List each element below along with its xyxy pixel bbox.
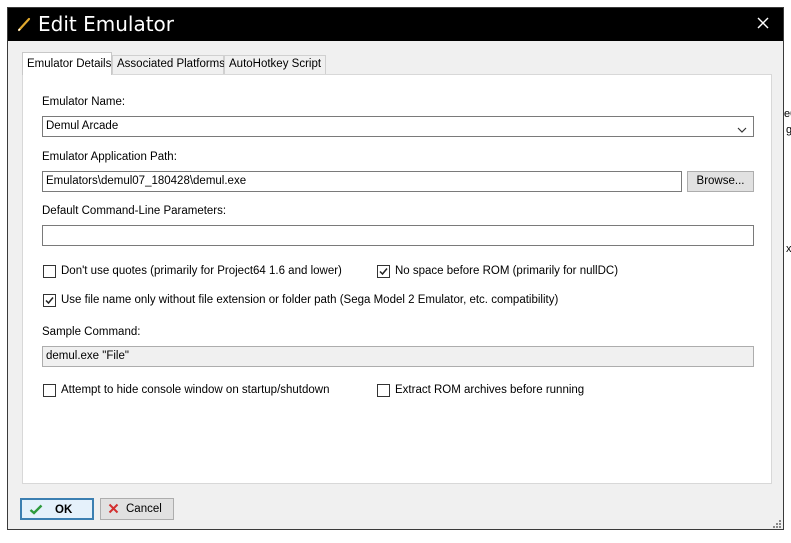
window-title: Edit Emulator — [38, 12, 174, 36]
emulator-name-value: Demul Arcade — [46, 120, 119, 132]
dont-use-quotes-checkbox[interactable] — [43, 265, 56, 278]
hide-console-checkbox[interactable] — [43, 384, 56, 397]
checkmark-icon — [45, 297, 54, 305]
browse-button[interactable]: Browse... — [687, 171, 754, 192]
sample-command-label: Sample Command: — [42, 326, 141, 338]
app-path-label: Emulator Application Path: — [42, 151, 177, 163]
no-space-before-rom-checkbox[interactable] — [377, 265, 390, 278]
checkmark-icon — [379, 268, 388, 276]
title-bar[interactable]: Edit Emulator — [8, 8, 783, 41]
background-text-fragment: e0 — [784, 108, 791, 120]
extract-rom-checkbox[interactable] — [377, 384, 390, 397]
extract-rom-label: Extract ROM archives before running — [395, 384, 585, 396]
cancel-button[interactable]: Cancel — [100, 498, 174, 520]
check-icon — [29, 504, 43, 518]
close-button[interactable] — [743, 8, 783, 41]
pencil-icon — [17, 16, 31, 32]
tab-emulator-details[interactable]: Emulator Details — [22, 52, 112, 75]
close-icon — [757, 17, 769, 32]
chevron-down-icon[interactable] — [737, 122, 747, 133]
file-name-only-checkbox[interactable] — [43, 294, 56, 307]
background-text-fragment: x — [786, 243, 791, 255]
tab-associated-platforms[interactable]: Associated Platforms — [112, 55, 225, 74]
params-label: Default Command-Line Parameters: — [42, 205, 227, 217]
dont-use-quotes-label: Don't use quotes (primarily for Project6… — [61, 265, 342, 277]
edit-emulator-dialog: Edit Emulator Emulator Details Associate… — [7, 7, 784, 530]
emulator-details-panel: Emulator Name: Demul Arcade Emulator App… — [22, 74, 772, 484]
app-path-input[interactable]: Emulators\demul07_180428\demul.exe — [42, 171, 682, 192]
file-name-only-label: Use file name only without file extensio… — [61, 294, 559, 306]
ok-button[interactable]: OK — [20, 498, 94, 520]
params-input[interactable] — [42, 225, 754, 246]
no-space-before-rom-label: No space before ROM (primarily for nullD… — [395, 265, 619, 277]
emulator-name-label: Emulator Name: — [42, 96, 126, 108]
tab-autohotkey-script[interactable]: AutoHotkey Script — [224, 55, 326, 74]
emulator-name-combobox[interactable]: Demul Arcade — [42, 116, 754, 137]
resize-grip-icon[interactable] — [772, 518, 782, 528]
hide-console-label: Attempt to hide console window on startu… — [61, 384, 330, 396]
ok-button-label: OK — [55, 504, 73, 516]
cancel-x-icon — [108, 503, 119, 517]
background-text-fragment: g — [786, 124, 791, 136]
cancel-button-label: Cancel — [126, 503, 162, 515]
sample-command-field: demul.exe "File" — [42, 346, 754, 367]
